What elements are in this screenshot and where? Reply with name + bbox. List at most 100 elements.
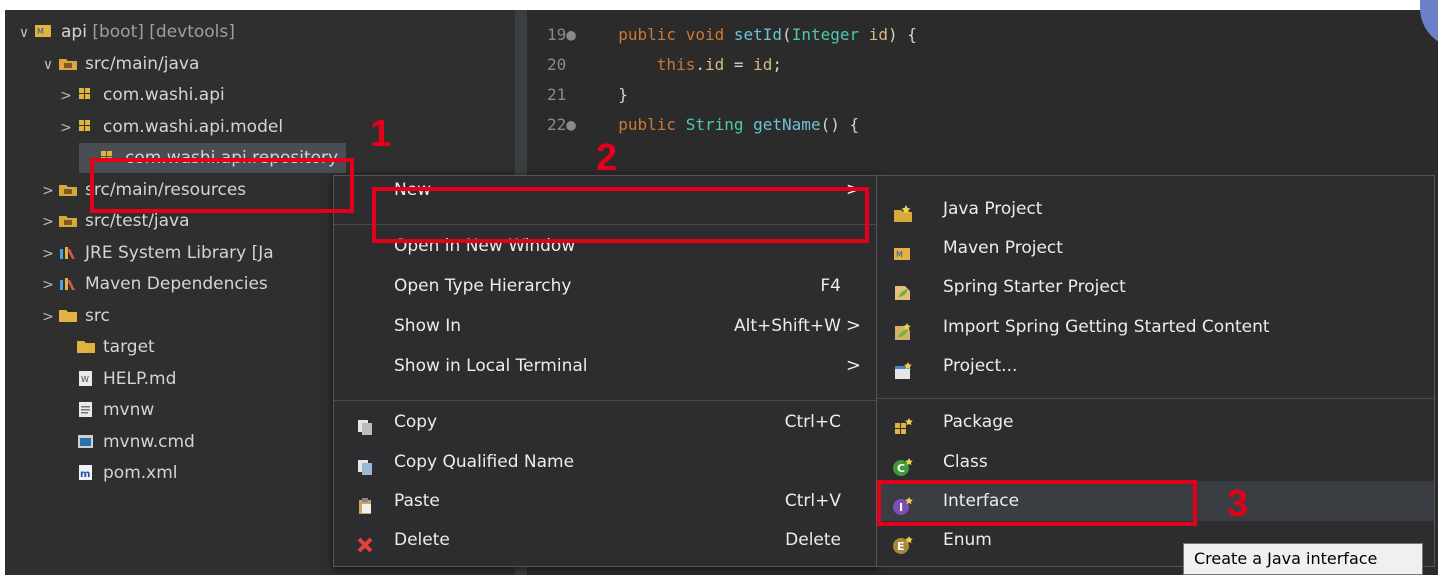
expand-arrow-icon[interactable]: > <box>57 81 75 111</box>
code-token: ( <box>782 25 792 44</box>
annotation-number-3: 3 <box>1227 483 1249 525</box>
expand-arrow-icon[interactable]: > <box>57 113 75 143</box>
class-icon: C <box>892 452 914 476</box>
markdown-file-icon: W <box>75 367 97 386</box>
code-token: public <box>618 115 686 134</box>
code-line[interactable]: 21 } <box>527 80 628 110</box>
expand-arrow-icon[interactable]: > <box>39 176 57 206</box>
package-icon <box>75 83 97 101</box>
code-token: ) { <box>888 25 917 44</box>
tooltip: Create a Java interface <box>1183 543 1423 575</box>
code-token: } <box>618 85 628 104</box>
code-line[interactable]: 22● public String getName() { <box>527 110 859 140</box>
tree-item-label: mvnw.cmd <box>103 431 195 452</box>
expand-arrow-icon[interactable]: > <box>39 239 57 269</box>
tree-item-label: mvnw <box>103 400 155 420</box>
tree-item[interactable]: > src <box>39 301 110 331</box>
copy-qualified-icon <box>356 453 374 475</box>
source-folder-icon <box>57 209 79 227</box>
submenu-item-project[interactable]: Project... <box>877 346 1434 386</box>
svg-text:E: E <box>897 540 905 553</box>
menu-item-shortcut: Delete <box>785 530 841 550</box>
tree-item[interactable]: mvnw <box>57 395 154 425</box>
tree-item[interactable]: mvnw.cmd <box>57 427 195 457</box>
submenu-item-maven-project[interactable]: M Maven Project <box>877 228 1434 268</box>
tree-item-label: com.washi.api.model <box>103 116 284 137</box>
tree-item-label: api <box>61 22 87 42</box>
code-token: id <box>868 25 889 44</box>
tree-item[interactable]: ∨ src/main/java <box>39 49 200 80</box>
submenu-item-import-spring-getting-started-content[interactable]: Import Spring Getting Started Content <box>877 307 1434 347</box>
tree-item[interactable]: m pom.xml <box>57 458 178 488</box>
menu-item-copy-qualified-name[interactable]: Copy Qualified Name <box>334 444 877 480</box>
menu-item-label: Open Type Hierarchy <box>394 276 572 296</box>
expand-arrow-icon[interactable]: > <box>39 270 57 300</box>
expand-arrow-icon[interactable]: > <box>39 207 57 237</box>
menu-item-shortcut: Ctrl+V <box>784 491 841 511</box>
submenu-item-label: Package <box>943 412 1014 432</box>
expand-arrow-icon[interactable]: > <box>39 302 57 332</box>
submenu-item-java-project[interactable]: Java Project <box>877 189 1434 229</box>
submenu-item-label: Java Project <box>943 199 1043 219</box>
spring-project-icon <box>892 277 914 300</box>
code-token: = <box>724 55 754 74</box>
tree-item[interactable]: > com.washi.api.model <box>57 112 283 142</box>
code-line[interactable]: 19● public void setId(Integer id) { <box>527 20 917 50</box>
menu-item-open-type-hierarchy[interactable]: Open Type Hierarchy F4 <box>334 268 877 304</box>
code-token: setId <box>733 25 783 44</box>
tree-item-label: target <box>103 337 155 357</box>
menu-item-show-in-local-terminal[interactable]: Show in Local Terminal > <box>334 348 877 384</box>
menu-item-shortcut: Ctrl+C <box>784 412 841 432</box>
submenu-item-class[interactable]: C Class <box>877 442 1434 482</box>
new-package-icon <box>892 412 914 434</box>
menu-item-paste[interactable]: Paste Ctrl+V <box>334 483 877 519</box>
line-number: 22● <box>547 115 576 134</box>
tree-item-label: pom.xml <box>103 463 178 483</box>
tree-item-label: com.washi.api <box>103 85 225 105</box>
maven-project-icon: M <box>33 20 55 38</box>
menu-separator <box>877 398 1434 399</box>
delete-icon <box>356 531 374 553</box>
menu-item-shortcut: F4 <box>820 276 841 296</box>
menu-item-label: Show In <box>394 316 462 336</box>
code-token: . <box>695 55 705 74</box>
tree-item[interactable]: ∨ Mapi [boot] [devtools] <box>15 17 235 47</box>
svg-text:M: M <box>896 250 903 259</box>
menu-item-label: Copy Qualified Name <box>394 452 575 472</box>
svg-text:M: M <box>37 27 44 36</box>
collapse-arrow-icon[interactable]: ∨ <box>15 18 33 48</box>
menu-item-copy[interactable]: Copy Ctrl+C <box>334 404 877 440</box>
source-folder-icon <box>57 52 79 70</box>
submenu-item-label: Spring Starter Project <box>943 277 1126 297</box>
annotation-box-1 <box>90 158 354 213</box>
collapse-arrow-icon[interactable]: ∨ <box>39 50 57 80</box>
package-icon <box>75 115 97 133</box>
menu-item-label: Show in Local Terminal <box>394 356 588 376</box>
submenu-item-package[interactable]: Package <box>877 402 1434 442</box>
code-token: void <box>685 25 734 44</box>
submenu-item-label: Import Spring Getting Started Content <box>943 317 1270 337</box>
menu-item-delete[interactable]: Delete Delete <box>334 522 877 558</box>
submenu-item-label: Class <box>943 452 988 472</box>
tree-item[interactable]: W HELP.md <box>57 364 176 394</box>
project-icon <box>892 356 914 379</box>
tree-item[interactable]: > Maven Dependencies <box>39 269 268 299</box>
submenu-item-label: Enum <box>943 530 992 550</box>
svg-text:W: W <box>81 375 89 384</box>
code-token: this <box>656 55 696 74</box>
code-token: ; <box>772 55 783 74</box>
tree-item[interactable]: target <box>57 332 155 362</box>
submenu-item-spring-starter-project[interactable]: Spring Starter Project <box>877 267 1434 307</box>
tree-item-label: HELP.md <box>103 368 177 389</box>
tree-item-label: src/test/java <box>85 211 190 231</box>
tree-item[interactable]: > JRE System Library [Ja <box>39 238 274 268</box>
line-number: 19● <box>547 25 576 44</box>
menu-item-show-in[interactable]: Show In Alt+Shift+W > <box>334 308 877 344</box>
tree-item-label: src <box>85 305 110 326</box>
tree-item[interactable]: > com.washi.api <box>57 80 225 110</box>
tree-item-label: Maven Dependencies <box>85 274 268 294</box>
copy-icon <box>356 413 374 435</box>
tree-item-label: JRE System Library [Ja <box>85 242 274 263</box>
code-line[interactable]: 20 this.id = id; <box>527 50 782 80</box>
